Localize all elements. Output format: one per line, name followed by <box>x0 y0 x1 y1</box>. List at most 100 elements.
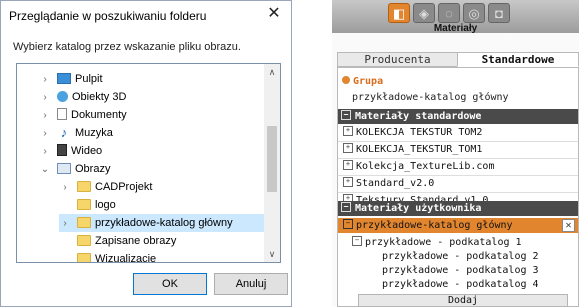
chevron-right-icon[interactable]: › <box>39 89 51 107</box>
user-item-selected[interactable]: − przykładowe-katalog główny ✕ <box>338 218 578 233</box>
tree-item-muzyka[interactable]: › ♪ Muzyka <box>39 124 264 142</box>
user-subitem-4[interactable]: przykładowe - podkatalog 4 <box>382 278 539 292</box>
user-subitem-3[interactable]: przykładowe - podkatalog 3 <box>382 264 539 278</box>
tree-item-wideo[interactable]: › Wideo <box>39 142 264 160</box>
group-header: Grupa <box>342 76 383 87</box>
video-icon <box>57 144 67 157</box>
list-item-std-3[interactable]: + Kolekcja_TextureLib.com <box>343 160 494 174</box>
vertical-scrollbar[interactable]: ∧ ∨ <box>264 64 280 262</box>
browse-folder-dialog: Przeglądanie w poszukiwaniu folderu ✕ Wy… <box>0 0 292 307</box>
light-bulb-icon[interactable]: ◌ <box>438 3 460 23</box>
group-bullet-icon <box>342 76 350 84</box>
tree-item-label: Obrazy <box>75 163 111 175</box>
tree-item-przykladowe-selected[interactable]: › przykładowe-katalog główny <box>59 214 264 232</box>
tree-item-obiekty-3d[interactable]: › Obiekty 3D <box>39 88 264 106</box>
user-subitem-2[interactable]: przykładowe - podkatalog 2 <box>382 250 539 264</box>
texture-icon[interactable]: ◎ <box>463 3 485 23</box>
cancel-button[interactable]: Anuluj <box>214 273 288 295</box>
panel-title: Materiały <box>433 23 478 34</box>
user-subitem-1[interactable]: − przykładowe - podkatalog 1 <box>352 236 522 250</box>
list-item-label: Kolekcja_TextureLib.com <box>356 161 495 172</box>
collapse-icon[interactable]: − <box>352 236 362 246</box>
dialog-title: Przeglądanie w poszukiwaniu folderu <box>9 9 207 23</box>
pictures-icon <box>57 162 71 174</box>
tree-item-label: Wizualizacje <box>95 253 157 263</box>
scroll-up-icon[interactable]: ∧ <box>264 64 280 80</box>
list-item-std-1[interactable]: + KOLEKCJA TEKSTUR TOM2 <box>343 126 482 140</box>
dialog-instruction: Wybierz katalog przez wskazanie pliku ob… <box>13 41 241 53</box>
tree-item-label: Pulpit <box>75 73 103 85</box>
expand-icon[interactable]: + <box>343 126 353 136</box>
tree-item-label: logo <box>95 199 116 211</box>
list-item-label: KOLEKCJA_TEKSTUR_TOM1 <box>356 144 483 155</box>
tree-item-pulpit[interactable]: › Pulpit <box>39 70 264 88</box>
objects-3d-icon <box>57 90 68 102</box>
tree-item-cadprojekt[interactable]: › CADProjekt <box>59 178 264 196</box>
chevron-right-icon[interactable]: › <box>39 107 51 125</box>
section-label: Materiały użytkownika <box>355 203 482 214</box>
chevron-right-icon[interactable]: › <box>39 125 51 143</box>
collapse-icon[interactable]: − <box>343 219 353 229</box>
user-materials-header[interactable]: − Materiały użytkownika <box>338 201 578 216</box>
list-item-label: KOLEKCJA TEKSTUR TOM2 <box>356 127 483 138</box>
folder-icon <box>77 234 91 246</box>
expand-icon[interactable]: + <box>343 160 353 170</box>
tree-item-label: Zapisane obrazy <box>95 235 177 247</box>
divider <box>338 175 578 176</box>
tree-item-label: Obiekty 3D <box>72 91 127 103</box>
tree-item-label: CADProjekt <box>95 181 153 193</box>
divider <box>338 158 578 159</box>
chevron-down-icon[interactable]: ⌄ <box>39 161 51 179</box>
standard-materials-header[interactable]: − Materiały standardowe <box>338 109 578 124</box>
group-value: przykładowe-katalog główny <box>352 92 509 103</box>
folder-tree[interactable]: › Pulpit › Obiekty 3D › Dokumenty › ♪ Muzyka … <box>16 63 281 263</box>
material-tabs: Producenta Standardowe <box>337 52 579 67</box>
scroll-thumb[interactable] <box>267 126 277 192</box>
folder-icon <box>77 180 91 192</box>
tree-item-logo[interactable]: logo <box>59 196 264 214</box>
selected-item-text: − przykładowe-katalog główny <box>343 218 513 233</box>
chevron-right-icon[interactable]: › <box>59 179 71 197</box>
tree-item-label: Muzyka <box>75 127 113 139</box>
music-icon: ♪ <box>60 124 68 140</box>
expand-icon[interactable]: + <box>343 177 353 187</box>
materials-panel: ◧ ◈ ◌ ◎ ◘ Materiały Producenta Standardo… <box>332 0 579 307</box>
collapse-icon[interactable]: − <box>341 202 351 212</box>
materials-list: Grupa przykładowe-katalog główny − Materi… <box>337 67 579 307</box>
tree-item-zapisane-obrazy[interactable]: Zapisane obrazy <box>59 232 264 250</box>
list-item-label: Standard_v2.0 <box>356 178 435 189</box>
tab-producenta[interactable]: Producenta <box>337 52 458 67</box>
ok-button[interactable]: OK <box>133 273 207 295</box>
diamond-icon[interactable]: ◈ <box>413 3 435 23</box>
list-item-label: przykładowe - podkatalog 1 <box>365 237 522 248</box>
desktop-icon <box>57 72 71 84</box>
folder-icon <box>77 198 91 210</box>
tree-item-dokumenty[interactable]: › Dokumenty <box>39 106 264 124</box>
close-icon[interactable]: ✕ <box>263 4 285 24</box>
tree-item-wizualizacje[interactable]: Wizualizacje <box>59 250 264 263</box>
divider <box>338 141 578 142</box>
chevron-right-icon[interactable]: › <box>39 71 51 89</box>
delete-icon[interactable]: ✕ <box>562 219 575 232</box>
divider <box>338 192 578 193</box>
tree-item-label: Dokumenty <box>71 109 127 121</box>
documents-icon <box>57 108 67 121</box>
folder-icon <box>77 216 91 228</box>
collapse-icon[interactable]: − <box>341 110 351 120</box>
list-item-std-4[interactable]: + Standard_v2.0 <box>343 177 434 191</box>
chevron-right-icon[interactable]: › <box>59 215 71 233</box>
camera-icon[interactable]: ◘ <box>488 3 510 23</box>
section-label: Materiały standardowe <box>355 111 482 122</box>
chevron-right-icon[interactable]: › <box>39 143 51 161</box>
tree-item-obrazy[interactable]: ⌄ Obrazy <box>39 160 264 178</box>
list-item-std-2[interactable]: + KOLEKCJA_TEKSTUR_TOM1 <box>343 143 482 157</box>
scroll-down-icon[interactable]: ∨ <box>264 246 280 262</box>
tab-standardowe[interactable]: Standardowe <box>457 52 579 67</box>
expand-icon[interactable]: + <box>343 143 353 153</box>
materials-cube-icon[interactable]: ◧ <box>388 3 410 23</box>
add-button[interactable]: Dodaj <box>358 294 568 307</box>
list-item-label: przykładowe-katalog główny <box>356 220 513 231</box>
folder-icon <box>77 252 91 262</box>
tree-item-label: przykładowe-katalog główny <box>95 217 233 229</box>
panel-toolbar: ◧ ◈ ◌ ◎ ◘ Materiały <box>332 0 579 34</box>
